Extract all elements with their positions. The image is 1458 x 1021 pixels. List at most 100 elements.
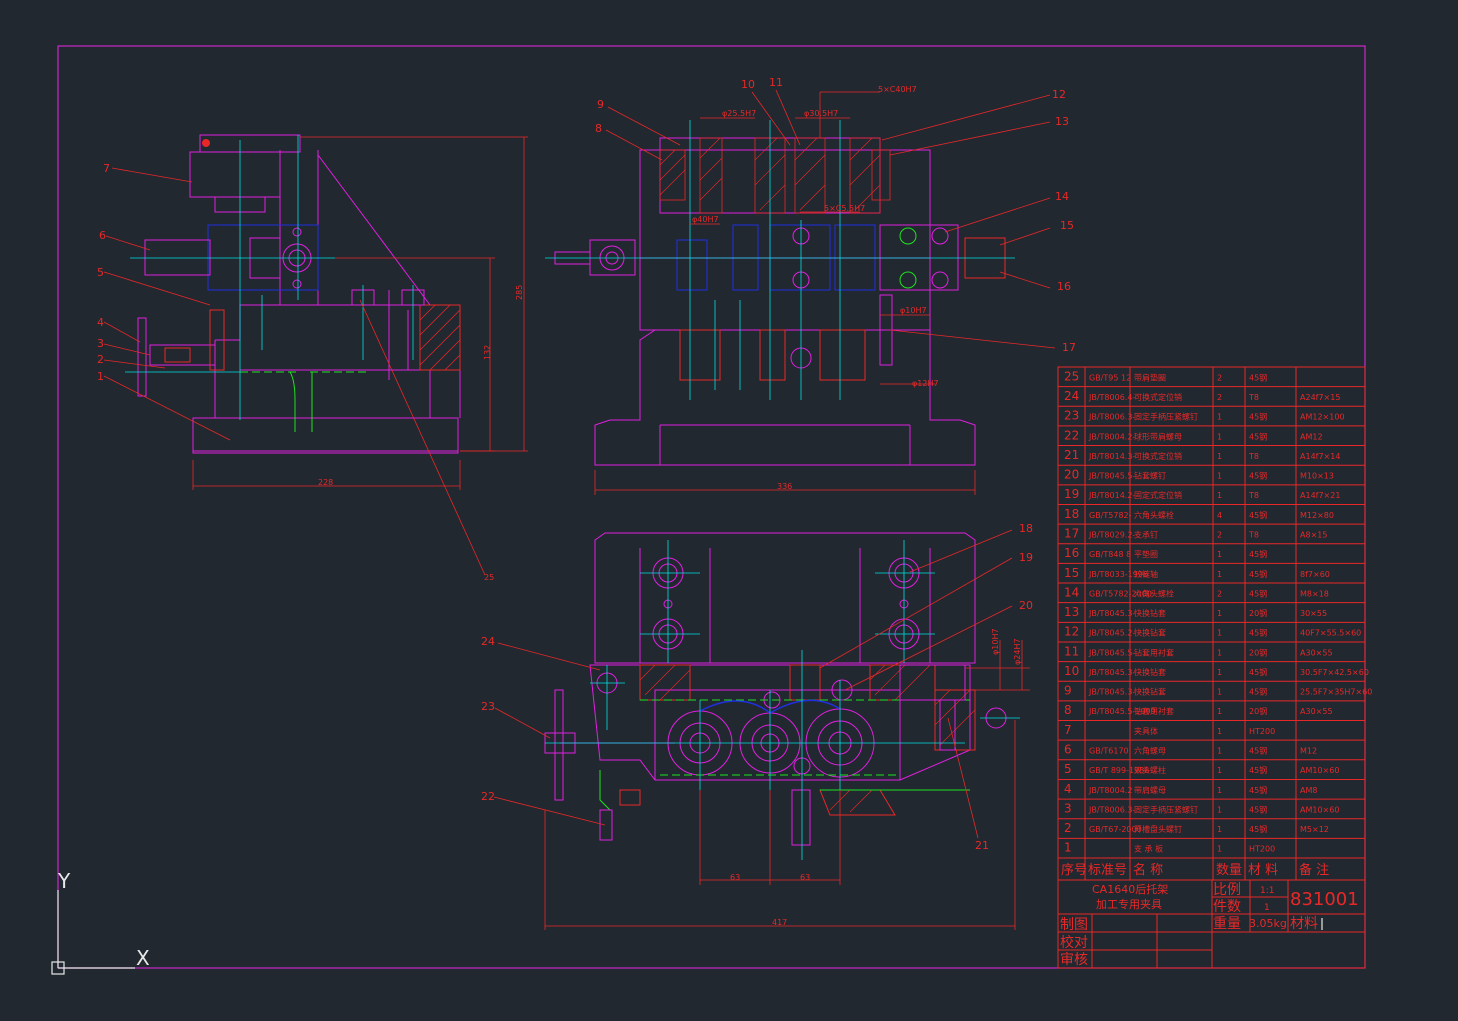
bom-cell-mat: T8 [1248, 530, 1259, 539]
bom-cell-qty: 1 [1217, 766, 1222, 775]
bom-header-qty: 数量 [1216, 863, 1242, 878]
bom-cell-mat: 45钢 [1249, 412, 1267, 422]
bom-cell-name: 六角头螺栓 [1134, 588, 1174, 598]
front-view [545, 89, 1056, 495]
bom-cell-no: 8 [1064, 703, 1072, 717]
dim-left-h1: 132 [483, 345, 492, 360]
bom-cell-mat: 20钢 [1249, 706, 1267, 716]
bom-cell-note: A24f7×15 [1300, 393, 1340, 402]
bom-cell-qty: 1 [1217, 707, 1222, 716]
scale-value: 1:1 [1260, 886, 1274, 896]
bom-cell-std: JB/T8006.3- [1088, 805, 1135, 814]
bom-cell-name: 带肩螺母 [1134, 785, 1166, 795]
callout-plan-24: 24 [481, 635, 495, 648]
callout-front-12: 12 [1052, 88, 1066, 101]
bom-cell-no: 23 [1064, 409, 1079, 423]
bom-cell-note: AM10×60 [1300, 805, 1339, 814]
callout-plan-21: 21 [975, 839, 989, 852]
callout-left-4: 4 [97, 316, 104, 329]
dim-left-h2: 285 [515, 285, 524, 300]
bom-cell-note: AM12×100 [1300, 413, 1345, 422]
ucs-x-label: X [136, 946, 150, 970]
bom-cell-name: 可换式定位销 [1134, 392, 1182, 402]
bom-cell-note: A14f7×14 [1300, 452, 1340, 461]
bom-cell-no: 14 [1064, 585, 1079, 599]
bom-cell-name: 带肩垫圈 [1134, 372, 1166, 382]
title-line-2: 加工专用夹具 [1096, 897, 1162, 911]
dim-front-d4: φ40H7 [692, 215, 719, 224]
callout-left-6: 6 [99, 229, 106, 242]
bom-cell-qty: 1 [1217, 570, 1222, 579]
bom-cell-name: 可换式定位销 [1134, 451, 1182, 461]
bom-cell-name: 六角螺母 [1134, 746, 1166, 756]
bom-cell-std: JB/T8004.2- [1088, 432, 1135, 441]
bom-cell-mat: 45钢 [1249, 667, 1267, 677]
bom-cell-no: 25 [1064, 369, 1079, 383]
bom-cell-mat: HT200 [1249, 845, 1275, 854]
bom-cell-no: 20 [1064, 468, 1079, 482]
bom-cell-mat: T8 [1248, 491, 1259, 500]
bom-cell-mat: 45钢 [1249, 628, 1267, 638]
bom-cell-name: 快换钻套 [1134, 608, 1166, 618]
bom-cell-qty: 1 [1217, 413, 1222, 422]
bom-cell-qty: 1 [1217, 452, 1222, 461]
bom-header-note: 备 注 [1299, 862, 1329, 878]
bom-cell-no: 12 [1064, 625, 1079, 639]
bom-cell-mat: 45钢 [1249, 765, 1267, 775]
left-side-view [103, 134, 528, 576]
bom-cell-mat: 45钢 [1249, 785, 1267, 795]
callout-left-2: 2 [97, 353, 104, 366]
dim-front-d7: φ12H7 [912, 379, 939, 388]
callout-plan-18: 18 [1019, 522, 1033, 535]
plan-view [493, 529, 1030, 930]
bom-cell-note: A30×55 [1300, 707, 1333, 716]
bom-cell-note: M8×18 [1300, 589, 1329, 598]
bom-cell-no: 7 [1064, 723, 1072, 737]
bom-cell-mat: T8 [1248, 452, 1259, 461]
bom-cell-no: 10 [1064, 664, 1079, 678]
dim-front-width: 336 [777, 482, 792, 491]
bom-cell-qty: 1 [1217, 688, 1222, 697]
cad-drawing-canvas[interactable]: 25 GB/T95 12 带肩垫圈 2 45钢24 JB/T8006.4-可换式定位销 2 T… [0, 0, 1458, 1021]
bom-cell-no: 24 [1064, 389, 1079, 403]
bom-cell-qty: 2 [1217, 373, 1222, 382]
check-label: 校对 [1060, 934, 1088, 951]
callout-left-3: 3 [97, 337, 104, 350]
dim-plan-w2: 63 [800, 873, 810, 882]
bom-cell-qty: 1 [1217, 805, 1222, 814]
bom-cell-no: 1 [1064, 841, 1072, 855]
bom-cell-qty: 1 [1217, 629, 1222, 638]
callout-left-25: 25 [484, 573, 494, 582]
bom-cell-name: 夹具体 [1134, 726, 1158, 736]
bom-cell-mat: 45钢 [1249, 510, 1267, 520]
bom-cell-note: 40F7×55.5×60 [1300, 629, 1361, 638]
bom-cell-qty: 4 [1217, 511, 1222, 520]
bom-cell-name: 固定手柄压紧螺钉 [1134, 412, 1198, 422]
callout-front-10: 10 [741, 78, 755, 91]
bom-cell-no: 11 [1064, 644, 1079, 658]
material-label: 材料 [1290, 916, 1318, 932]
bom-cell-name: 支 承 板 [1134, 844, 1163, 854]
weight-value: 3.05kg [1249, 917, 1287, 930]
bom-cell-name: 固定式定位销 [1134, 490, 1182, 500]
bom-cell-no: 15 [1064, 566, 1079, 580]
bom-cell-name: 球形带肩螺母 [1134, 431, 1182, 441]
bom-cell-name: 固定手柄压紧螺钉 [1134, 804, 1198, 814]
bom-cell-qty: 2 [1217, 393, 1222, 402]
callout-front-9: 9 [597, 98, 604, 111]
callout-front-11: 11 [769, 76, 783, 89]
bom-cell-mat: 45钢 [1249, 746, 1267, 756]
bom-cell-mat: 45钢 [1249, 372, 1267, 382]
title-line-1: CA1640后托架 [1092, 882, 1168, 896]
bom-header-name: 名 称 [1133, 862, 1163, 878]
bom-cell-std: JB/T8045.3- [1088, 688, 1135, 697]
bom-cell-qty: 1 [1217, 609, 1222, 618]
bom-cell-qty: 1 [1217, 472, 1222, 481]
bom-cell-name: 六角头螺栓 [1134, 510, 1174, 520]
bom-cell-no: 19 [1064, 487, 1079, 501]
bom-cell-qty: 2 [1217, 530, 1222, 539]
scale-label: 比例 [1213, 882, 1241, 898]
review-label: 审核 [1060, 952, 1088, 968]
bom-cell-note: A14f7×21 [1300, 491, 1340, 500]
bom-cell-no: 17 [1064, 526, 1079, 540]
